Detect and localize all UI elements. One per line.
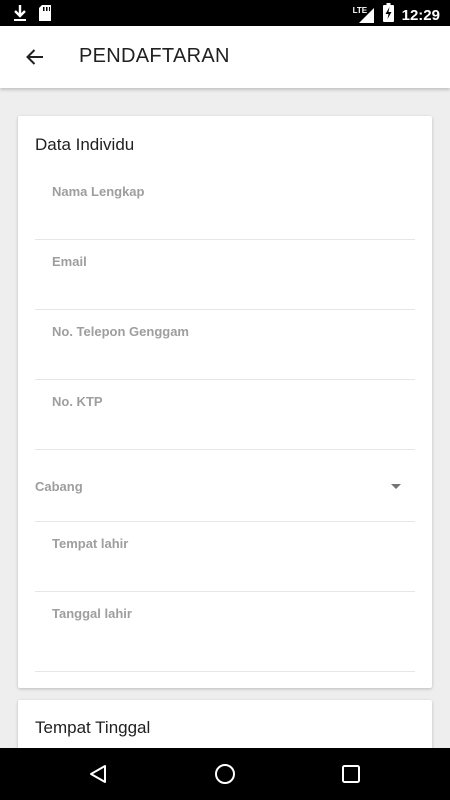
- divider: [35, 309, 415, 310]
- phone-input[interactable]: [52, 350, 392, 366]
- divider: [35, 379, 415, 380]
- ktp-field[interactable]: No. KTP: [35, 386, 415, 450]
- recents-square-icon: [342, 765, 360, 783]
- nav-home-button[interactable]: [212, 761, 238, 787]
- back-triangle-icon: [90, 765, 106, 783]
- divider: [35, 449, 415, 450]
- nav-recents-button[interactable]: [338, 761, 364, 787]
- divider: [35, 671, 415, 672]
- status-bar: LTE 12:29: [0, 0, 450, 26]
- divider: [35, 239, 415, 240]
- dropdown-arrow-icon: [391, 484, 401, 489]
- app-bar: PENDAFTARAN: [0, 26, 450, 88]
- sd-card-icon: [38, 4, 52, 27]
- email-input[interactable]: [52, 280, 392, 296]
- page-title: PENDAFTARAN: [79, 45, 230, 67]
- birth-date-field[interactable]: Tanggal lahir: [35, 598, 415, 672]
- individual-data-card: Data Individu Nama Lengkap Email No. Tel…: [18, 116, 432, 688]
- home-circle-icon: [215, 764, 235, 784]
- phone-field[interactable]: No. Telepon Genggam: [35, 316, 415, 380]
- birth-date-label: Tanggal lahir: [52, 606, 132, 621]
- ktp-input[interactable]: [52, 420, 392, 436]
- email-field[interactable]: Email: [35, 246, 415, 310]
- back-button[interactable]: [20, 43, 50, 71]
- divider: [35, 591, 415, 592]
- full-name-input[interactable]: [52, 210, 392, 226]
- card-title: Tempat Tinggal: [35, 718, 151, 737]
- birth-date-input[interactable]: [52, 636, 392, 652]
- arrow-back-icon: [26, 49, 43, 65]
- birth-place-label: Tempat lahir: [52, 536, 129, 551]
- download-icon: [12, 4, 28, 27]
- clock: 12:29: [401, 6, 440, 24]
- form-scroll-area[interactable]: Data Individu Nama Lengkap Email No. Tel…: [0, 88, 450, 748]
- email-label: Email: [52, 254, 87, 269]
- signal-icon: LTE: [353, 6, 375, 24]
- full-name-label: Nama Lengkap: [52, 184, 145, 199]
- system-nav-bar: [0, 748, 450, 800]
- battery-charging-icon: [382, 3, 394, 27]
- nav-back-button[interactable]: [85, 761, 111, 787]
- ktp-label: No. KTP: [52, 394, 103, 409]
- phone-label: No. Telepon Genggam: [52, 324, 189, 339]
- residence-card: Tempat Tinggal: [18, 700, 432, 748]
- divider: [35, 521, 415, 522]
- branch-label: Cabang: [35, 479, 83, 494]
- birth-place-input[interactable]: [52, 562, 392, 578]
- branch-select[interactable]: Cabang: [35, 461, 415, 522]
- card-title: Data Individu: [35, 135, 135, 154]
- full-name-field[interactable]: Nama Lengkap: [35, 176, 415, 240]
- birth-place-field[interactable]: Tempat lahir: [35, 528, 415, 592]
